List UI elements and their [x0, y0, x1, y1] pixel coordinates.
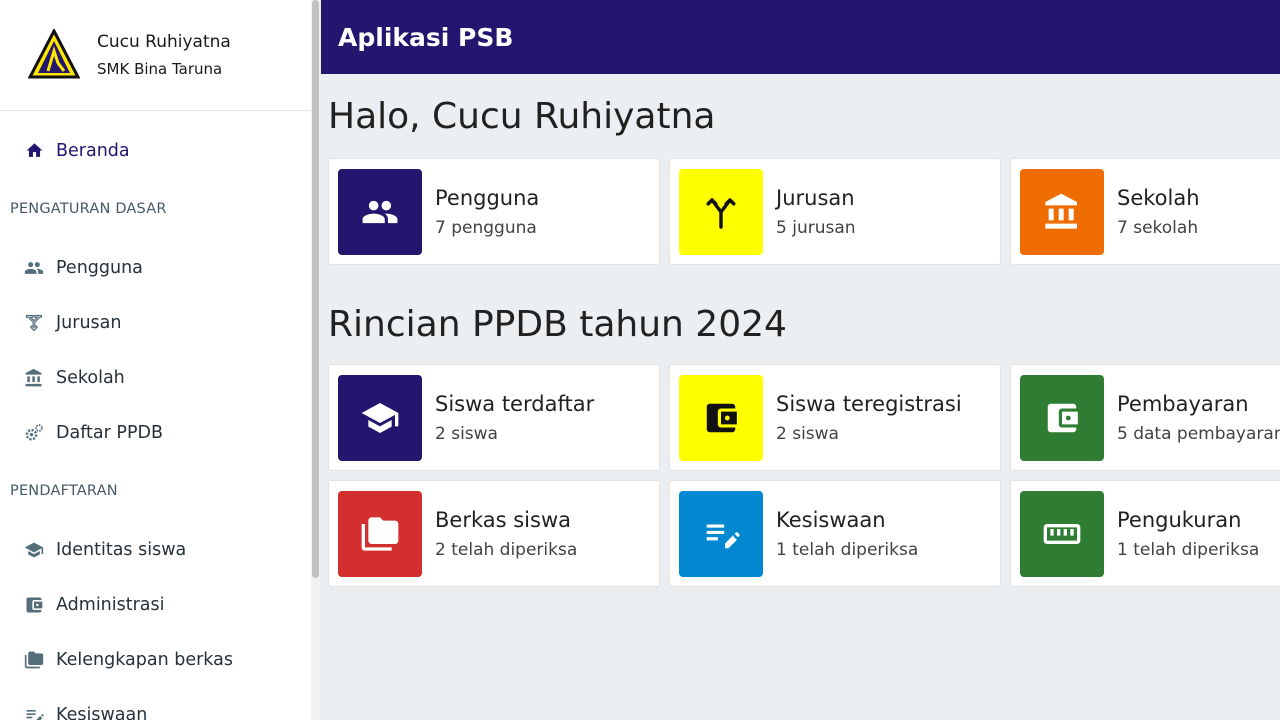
card-subtitle: 5 data pembayaran [1117, 423, 1280, 444]
graduation-cap-icon [338, 374, 422, 461]
sidebar-item-label: Daftar PPDB [56, 422, 163, 443]
fork-icon [24, 313, 44, 333]
sidebar-section-pengaturan-dasar: PENGATURAN DASAR [10, 201, 167, 217]
sidebar-item-pengguna[interactable]: Pengguna [0, 240, 319, 295]
card-subtitle: 2 siswa [435, 423, 498, 444]
card-title: Pembayaran [1117, 391, 1249, 416]
detail-card-pengukuran[interactable]: Pengukuran 1 telah diperiksa [1010, 480, 1280, 587]
card-subtitle: 7 sekolah [1117, 217, 1199, 238]
summary-card-sekolah[interactable]: Sekolah 7 sekolah [1010, 158, 1280, 265]
detail-card-berkas-siswa[interactable]: Berkas siswa 2 telah diperiksa [328, 480, 660, 587]
card-title: Siswa teregistrasi [776, 391, 962, 416]
sidebar-item-identitas-siswa[interactable]: Identitas siswa [0, 522, 319, 577]
sidebar-item-label: Sekolah [56, 367, 125, 388]
bank-icon [1020, 168, 1104, 255]
card-title: Pengguna [435, 185, 540, 210]
sidebar-item-daftar-ppdb[interactable]: Daftar PPDB [0, 405, 319, 460]
sidebar-item-administrasi[interactable]: Administrasi [0, 577, 319, 632]
sidebar-item-beranda[interactable]: Beranda [0, 123, 319, 178]
gears-icon [24, 423, 44, 443]
folder-icon [24, 650, 44, 670]
sidebar-item-label: Jurusan [56, 312, 122, 333]
bank-icon [24, 368, 44, 388]
card-subtitle: 5 jurusan [776, 217, 856, 238]
app-bar: Aplikasi PSB [321, 0, 1280, 74]
summary-card-pengguna[interactable]: Pengguna 7 pengguna [328, 158, 660, 265]
sidebar-item-label: Kelengkapan berkas [56, 649, 233, 670]
sidebar-section-pendaftaran: PENDAFTARAN [10, 483, 118, 499]
wallet-icon [679, 374, 763, 461]
sidebar-item-sekolah[interactable]: Sekolah [0, 350, 319, 405]
sidebar-item-jurusan[interactable]: Jurusan [0, 295, 319, 350]
sidebar: Cucu Ruhiyatna SMK Bina Taruna Beranda P… [0, 0, 320, 720]
card-subtitle: 2 telah diperiksa [435, 539, 578, 560]
card-title: Pengukuran [1117, 507, 1242, 532]
graduation-cap-icon [24, 540, 44, 560]
greeting-heading: Halo, Cucu Ruhiyatna [328, 96, 716, 137]
sidebar-item-label: Administrasi [56, 594, 165, 615]
card-title: Kesiswaan [776, 507, 886, 532]
wallet-icon [24, 595, 44, 615]
sidebar-item-label: Beranda [56, 140, 130, 161]
sidebar-item-label: Identitas siswa [56, 539, 187, 560]
edit-notes-icon [24, 705, 44, 720]
detail-card-pembayaran[interactable]: Pembayaran 5 data pembayaran [1010, 364, 1280, 471]
home-icon [24, 141, 44, 161]
edit-notes-icon [679, 490, 763, 577]
sidebar-item-label: Pengguna [56, 257, 143, 278]
fork-icon [679, 168, 763, 255]
sidebar-item-kesiswaan[interactable]: Kesiswaan [0, 687, 319, 720]
card-title: Sekolah [1117, 185, 1200, 210]
wallet-icon [1020, 374, 1104, 461]
app-title: Aplikasi PSB [338, 22, 514, 52]
card-subtitle: 2 siswa [776, 423, 839, 444]
scrollbar-thumb[interactable] [312, 0, 319, 578]
card-subtitle: 1 telah diperiksa [1117, 539, 1260, 560]
detail-card-kesiswaan[interactable]: Kesiswaan 1 telah diperiksa [669, 480, 1001, 587]
card-title: Berkas siswa [435, 507, 571, 532]
profile-name: Cucu Ruhiyatna [97, 31, 231, 52]
sidebar-item-label: Kesiswaan [56, 704, 148, 720]
folder-icon [338, 490, 422, 577]
sidebar-item-kelengkapan-berkas[interactable]: Kelengkapan berkas [0, 632, 319, 687]
profile-header: Cucu Ruhiyatna SMK Bina Taruna [0, 0, 319, 111]
school-logo [28, 29, 80, 79]
sidebar-scrollbar[interactable] [311, 0, 320, 720]
card-subtitle: 1 telah diperiksa [776, 539, 919, 560]
ppdb-detail-heading: Rincian PPDB tahun 2024 [328, 304, 787, 345]
users-icon [24, 258, 44, 278]
summary-card-jurusan[interactable]: Jurusan 5 jurusan [669, 158, 1001, 265]
card-title: Siswa terdaftar [435, 391, 595, 416]
profile-school: SMK Bina Taruna [97, 59, 223, 78]
detail-card-siswa-terdaftar[interactable]: Siswa terdaftar 2 siswa [328, 364, 660, 471]
card-subtitle: 7 pengguna [435, 217, 537, 238]
detail-card-siswa-teregistrasi[interactable]: Siswa teregistrasi 2 siswa [669, 364, 1001, 471]
users-icon [338, 168, 422, 255]
main-content: Halo, Cucu Ruhiyatna Pengguna 7 pengguna… [321, 74, 1280, 720]
ruler-icon [1020, 490, 1104, 577]
card-title: Jurusan [776, 185, 855, 210]
